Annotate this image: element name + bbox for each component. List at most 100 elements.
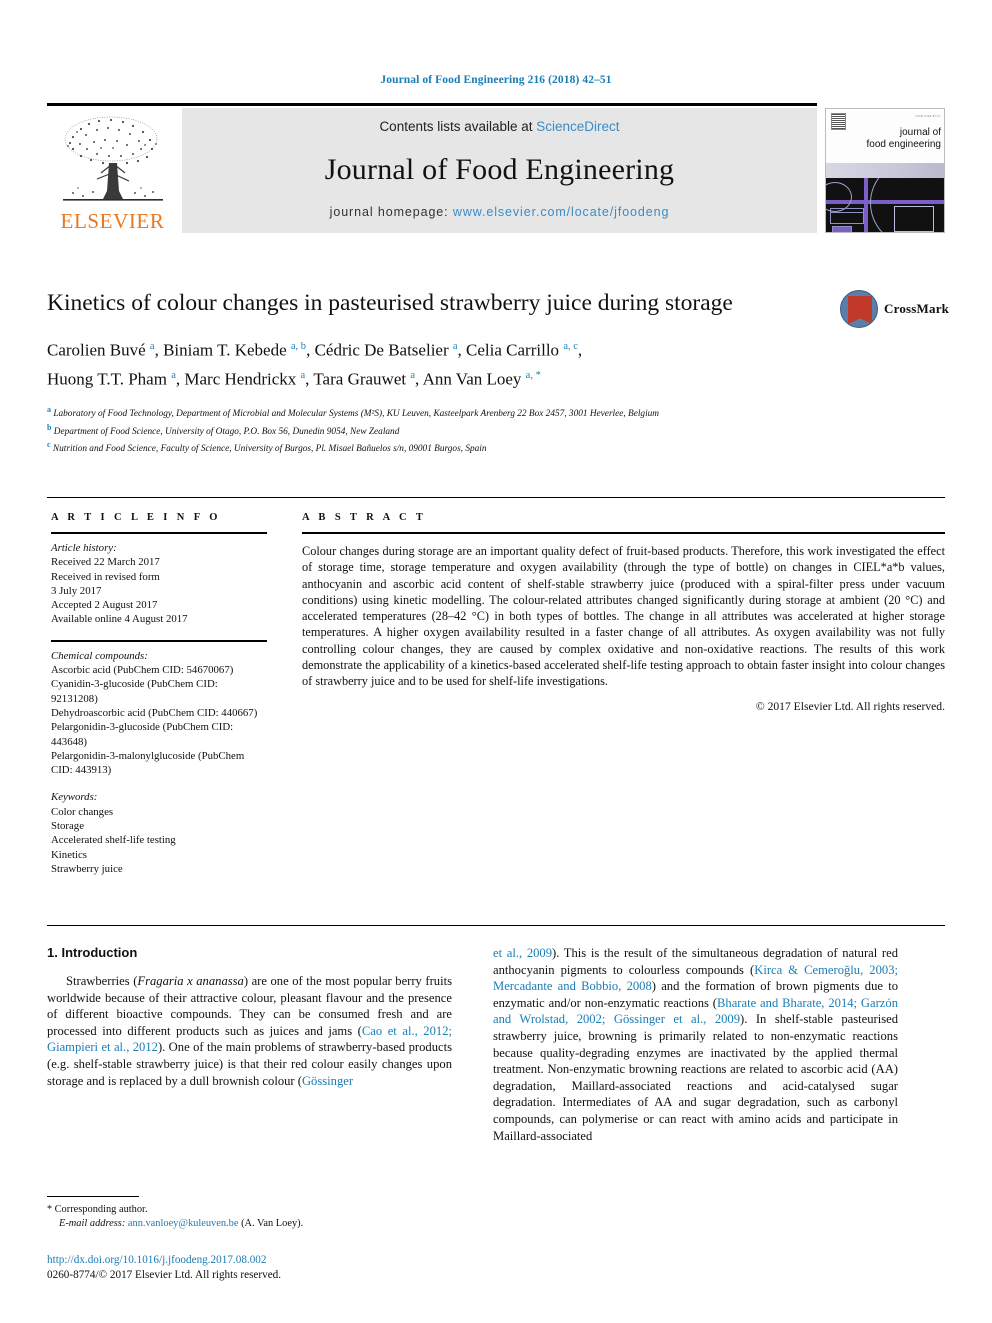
body-column-right: et al., 2009). This is the result of the… <box>493 945 898 1144</box>
running-head: Journal of Food Engineering 216 (2018) 4… <box>380 74 612 86</box>
keyword-item: Strawberry juice <box>51 862 123 875</box>
cover-issue-microtext: ISSN 0260-8774 <box>915 114 940 118</box>
abstract-panel: A B S T R A C T Colour changes during st… <box>302 512 945 713</box>
author-sup: a <box>410 369 416 381</box>
section-divider-top <box>47 497 945 498</box>
cover-journal-title: journal of food engineering <box>826 127 941 151</box>
compound-item: Ascorbic acid (PubChem CID: 54670067) <box>51 664 234 677</box>
email-label: E-mail address: <box>59 1217 126 1229</box>
abstract-heading: A B S T R A C T <box>302 512 427 523</box>
author-sup: a, * <box>525 369 541 381</box>
elsevier-tree-icon <box>62 116 163 201</box>
history-item: Received in revised form <box>51 570 160 583</box>
homepage-url-link[interactable]: www.elsevier.com/locate/jfoodeng <box>453 205 669 219</box>
keywords-group: Keywords: Color changes Storage Accelera… <box>51 790 267 876</box>
body-column-left: 1. Introduction Strawberries (Fragaria x… <box>47 945 452 1089</box>
cover-top-panel: ISSN 0260-8774 journal of food engineeri… <box>826 109 944 164</box>
affiliation-c-text: Nutrition and Food Science, Faculty of S… <box>52 444 487 455</box>
article-info-panel: A R T I C L E I N F O Article history: R… <box>51 512 267 889</box>
corresponding-author-note: * Corresponding author. <box>47 1203 452 1217</box>
cover-vline-1 <box>864 177 868 232</box>
article-info-heading: A R T I C L E I N F O <box>51 512 221 523</box>
corresponding-marker: * <box>47 1204 52 1215</box>
cover-box-2 <box>830 207 864 213</box>
affiliation-list: a Laboratory of Food Technology, Departm… <box>47 404 817 456</box>
masthead-banner: Contents lists available at ScienceDirec… <box>182 108 817 233</box>
introduction-paragraph-left: Strawberries (Fragaria x ananassa) are o… <box>47 974 452 1088</box>
history-item: Available online 4 August 2017 <box>51 613 188 626</box>
crossmark-icon <box>840 290 878 328</box>
email-note: E-mail address: ann.vanloey@kuleuven.be … <box>47 1217 452 1231</box>
article-history-group: Article history: Received 22 March 2017 … <box>51 541 267 627</box>
crossmark-label: CrossMark <box>884 301 950 316</box>
affiliation-b-text: Department of Food Science, University o… <box>53 426 400 437</box>
affiliation-a: a Laboratory of Food Technology, Departm… <box>47 404 817 421</box>
author-sup: a <box>149 341 155 352</box>
author-line-2: Huong T.T. Pham a, Marc Hendrickx a, Tar… <box>47 369 541 389</box>
contents-prefix: Contents lists available at <box>379 119 537 134</box>
footnote-block: * Corresponding author. E-mail address: … <box>47 1196 452 1230</box>
chemical-compounds-label: Chemical compounds: <box>51 649 148 662</box>
citation-link[interactable]: Gössinger <box>302 1074 353 1088</box>
affiliation-b: b Department of Food Science, University… <box>47 422 817 439</box>
keywords-label: Keywords: <box>51 791 98 804</box>
crossmark-badge[interactable]: CrossMark <box>840 286 952 332</box>
crossmark-book-shape <box>848 296 872 324</box>
keyword-item: Color changes <box>51 805 114 818</box>
journal-title: Journal of Food Engineering <box>324 152 675 186</box>
footnote-rule <box>47 1196 139 1197</box>
author-sup: a <box>452 341 458 352</box>
section-divider-bottom <box>47 925 945 926</box>
section-heading-introduction: 1. Introduction <box>47 945 138 960</box>
author-list: Carolien Buvé a, Biniam T. Kebede a, b, … <box>47 334 817 391</box>
citation-link[interactable]: Bharate and Bharate, 2014; Garzón and Wr… <box>493 996 898 1027</box>
affiliation-marker: c <box>47 440 51 450</box>
article-info-rule-2 <box>51 639 267 642</box>
corresponding-text: Corresponding author. <box>54 1204 148 1215</box>
cover-mid-band <box>826 163 944 178</box>
cover-title-line1: journal of <box>899 127 941 138</box>
citation-link[interactable]: Cao et al., 2012; Giampieri et al., 2012 <box>47 1024 452 1055</box>
compound-item: Cyanidin-3-glucoside (PubChem CID: 92131… <box>51 678 218 705</box>
homepage-prefix: journal homepage: <box>329 205 453 219</box>
email-link[interactable]: ann.vanloey@kuleuven.be <box>128 1218 239 1229</box>
introduction-paragraph-right: et al., 2009). This is the result of the… <box>493 946 899 1143</box>
keyword-item: Kinetics <box>51 848 87 861</box>
copyright-line: © 2017 Elsevier Ltd. All rights reserved… <box>755 699 945 713</box>
elsevier-logo: ELSEVIER <box>47 108 178 233</box>
cover-title-line2: food engineering <box>866 139 941 150</box>
history-item: Accepted 2 August 2017 <box>51 599 158 612</box>
compound-item: Pelargonidin-3-malonylglucoside (PubChem… <box>51 749 245 777</box>
cover-box-3 <box>832 225 852 232</box>
sciencedirect-link[interactable]: ScienceDirect <box>536 119 619 134</box>
citation-link[interactable]: Kirca & Cemeroğlu, 2003; Mercadante and … <box>493 963 898 994</box>
journal-masthead: ELSEVIER Contents lists available at Sci… <box>47 103 945 233</box>
chemical-compounds-group: Chemical compounds: Ascorbic acid (PubCh… <box>51 649 267 778</box>
issn-copyright-line: 0260-8774/© 2017 Elsevier Ltd. All right… <box>47 1269 282 1281</box>
affiliation-a-text: Laboratory of Food Technology, Departmen… <box>53 409 660 420</box>
footer-block: http://dx.doi.org/10.1016/j.jfoodeng.201… <box>47 1253 547 1283</box>
doi-link[interactable]: http://dx.doi.org/10.1016/j.jfoodeng.201… <box>47 1253 547 1268</box>
author-sup: a <box>300 369 306 381</box>
compound-item: Dehydroascorbic acid (PubChem CID: 44066… <box>51 706 258 719</box>
abstract-rule <box>302 532 945 534</box>
elsevier-wordmark: ELSEVIER <box>60 209 165 233</box>
history-item: 3 July 2017 <box>51 584 102 597</box>
title-block: Kinetics of colour changes in pasteurise… <box>47 288 817 457</box>
article-history-label: Article history: <box>51 542 117 554</box>
keyword-item: Storage <box>51 820 84 833</box>
contents-line: Contents lists available at ScienceDirec… <box>379 119 619 134</box>
history-item: Received 22 March 2017 <box>51 556 160 569</box>
affiliation-c: c Nutrition and Food Science, Faculty of… <box>47 439 817 456</box>
compound-item: Pelargonidin-3-glucoside (PubChem CID: 4… <box>51 721 234 748</box>
article-info-rule <box>51 532 267 534</box>
citation-link[interactable]: et al., 2009 <box>493 946 552 960</box>
affiliation-marker: a <box>47 405 51 415</box>
keyword-item: Accelerated shelf-life testing <box>51 834 176 847</box>
abstract-text: Colour changes during storage are an imp… <box>302 544 945 689</box>
author-line-1: Carolien Buvé a, Biniam T. Kebede a, b, … <box>47 340 583 360</box>
journal-cover-thumbnail: ISSN 0260-8774 journal of food engineeri… <box>825 108 945 233</box>
author-sup: a <box>171 369 176 381</box>
author-sup: a, b <box>290 341 307 352</box>
article-info-body: Article history: Received 22 March 2017 … <box>51 541 267 876</box>
